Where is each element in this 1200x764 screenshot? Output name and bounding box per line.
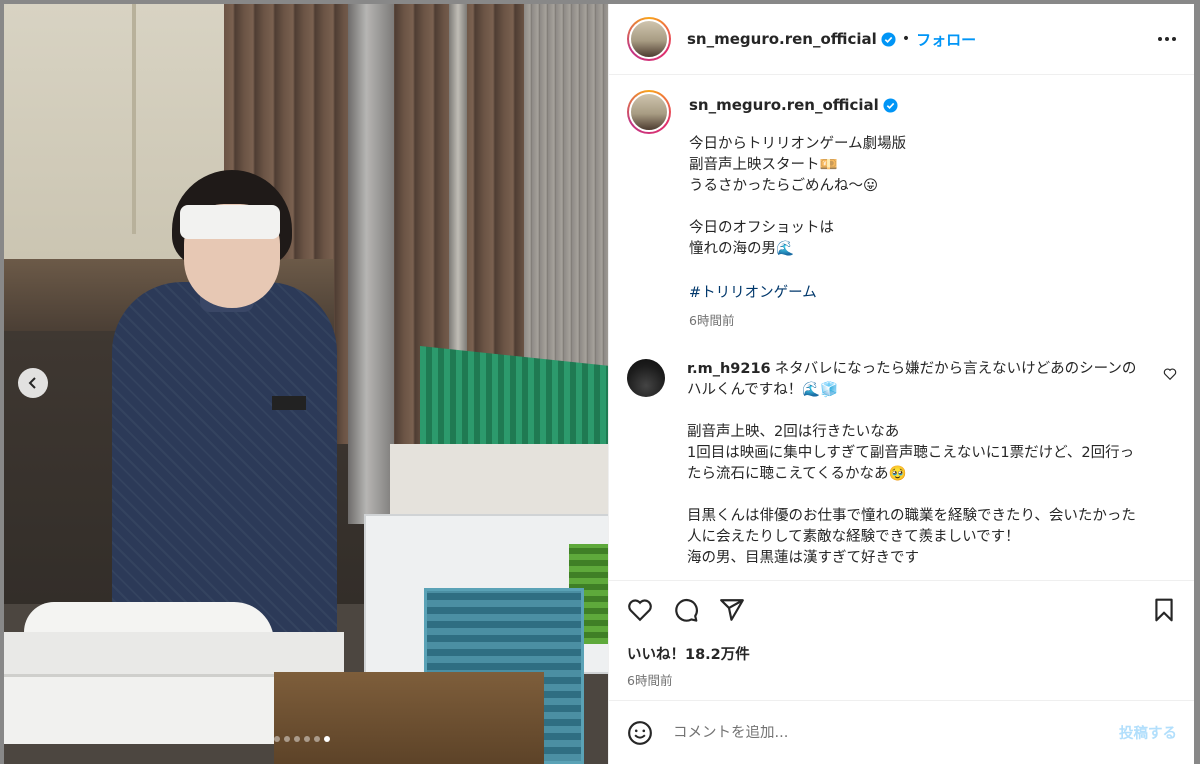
hashtag-link[interactable]: #トリリオンゲーム <box>689 281 906 302</box>
follow-button[interactable]: フォロー <box>916 29 976 50</box>
post-sidebar: sn_meguro.ren_official • フォロー sn_meguro.… <box>608 4 1194 764</box>
post-actions: いいね！18.2万件 6時間前 <box>609 580 1194 700</box>
avatar[interactable] <box>627 90 671 134</box>
verified-badge-icon <box>883 97 898 113</box>
comment-item: r.m_h9216 ネタバレになったら嫌だから言えないけどあのシーンのハルくんです… <box>627 359 1177 569</box>
carousel-indicator <box>274 736 330 742</box>
comment-bubble-icon[interactable] <box>673 597 699 623</box>
caption-username[interactable]: sn_meguro.ren_official <box>689 96 879 114</box>
like-count[interactable]: いいね！18.2万件 <box>627 643 1177 664</box>
comment-input[interactable] <box>673 724 1073 741</box>
header-username[interactable]: sn_meguro.ren_official <box>687 30 877 48</box>
comment-composer: 投稿する <box>609 700 1194 764</box>
save-bookmark-icon[interactable] <box>1151 597 1177 623</box>
carousel-dot <box>284 736 290 742</box>
photo-pipe <box>348 4 394 524</box>
post-timestamp[interactable]: 6時間前 <box>627 670 1177 689</box>
carousel-dot <box>274 736 280 742</box>
comment-username[interactable]: r.m_h9216 <box>687 361 771 377</box>
caption: sn_meguro.ren_official 今日からトリリオンゲーム劇場版 副… <box>627 90 1177 329</box>
carousel-dot <box>314 736 320 742</box>
comment-text: ネタバレになったら嫌だから言えないけどあのシーンのハルくんですね！🌊🧊 副音声上… <box>687 361 1137 566</box>
post-photo <box>4 4 608 764</box>
avatar[interactable] <box>627 359 665 397</box>
post-modal: sn_meguro.ren_official • フォロー sn_meguro.… <box>4 4 1194 764</box>
photo-person <box>112 282 337 654</box>
carousel-dot <box>294 736 300 742</box>
comments-list[interactable]: sn_meguro.ren_official 今日からトリリオンゲーム劇場版 副… <box>609 76 1194 576</box>
avatar[interactable] <box>627 17 671 61</box>
carousel-dot <box>304 736 310 742</box>
post-comment-button[interactable]: 投稿する <box>1119 722 1177 743</box>
caption-timestamp[interactable]: 6時間前 <box>689 310 906 329</box>
carousel-dot <box>324 736 330 742</box>
photo-headband <box>180 205 280 239</box>
separator-dot: • <box>901 31 911 47</box>
more-options-icon[interactable] <box>1158 37 1176 41</box>
like-heart-icon[interactable] <box>627 597 653 623</box>
emoji-icon[interactable] <box>627 720 653 746</box>
comment-like-icon[interactable] <box>1163 367 1177 381</box>
verified-badge-icon <box>881 31 896 47</box>
caption-text: 今日からトリリオンゲーム劇場版 副音声上映スタート💴 うるさかったらごめんね〜😛… <box>689 136 907 257</box>
share-paperplane-icon[interactable] <box>719 597 745 623</box>
chevron-left-icon <box>28 377 36 389</box>
post-header: sn_meguro.ren_official • フォロー <box>609 4 1194 75</box>
carousel-prev-button[interactable] <box>18 368 48 398</box>
